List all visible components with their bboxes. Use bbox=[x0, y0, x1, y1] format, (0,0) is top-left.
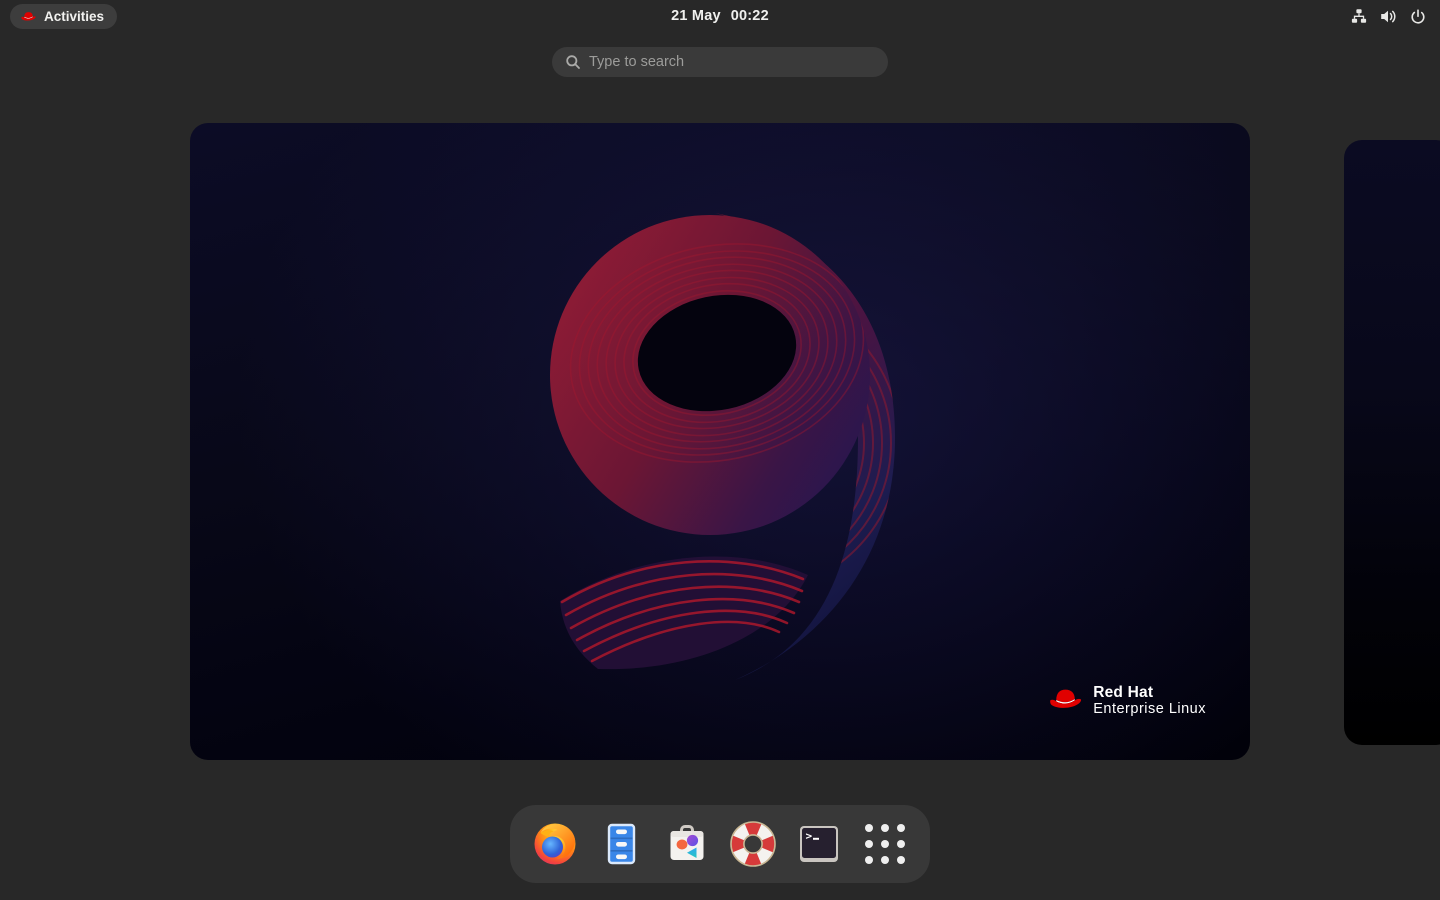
svg-text:>: > bbox=[806, 830, 813, 843]
clock-time: 00:22 bbox=[730, 8, 769, 24]
firefox-icon bbox=[534, 823, 576, 865]
search-bar bbox=[552, 47, 888, 77]
clock-button[interactable]: 21 May 00:22 bbox=[671, 0, 769, 32]
search-input[interactable] bbox=[589, 54, 875, 70]
files-cabinet-icon bbox=[607, 823, 636, 865]
gnome-activities-overview: { "topbar": { "activities": { "label": "… bbox=[0, 0, 1440, 900]
app-grid-icon bbox=[865, 824, 905, 864]
dock: > bbox=[510, 805, 930, 883]
network-wired-icon bbox=[1351, 9, 1367, 23]
dock-item-help[interactable] bbox=[729, 820, 777, 868]
terminal-icon: > bbox=[800, 826, 838, 862]
dock-item-terminal[interactable]: > bbox=[795, 820, 843, 868]
logo-product: Enterprise Linux bbox=[1093, 701, 1206, 718]
app-grid-button[interactable] bbox=[861, 820, 909, 868]
help-lifesaver-icon bbox=[730, 821, 776, 867]
redhat-fedora-icon bbox=[20, 10, 37, 22]
software-bag-icon bbox=[670, 825, 704, 860]
system-menu-button[interactable] bbox=[1347, 0, 1430, 32]
workspace-preview-active[interactable]: Red Hat Enterprise Linux bbox=[190, 123, 1250, 760]
rhel9-wallpaper-art bbox=[550, 213, 895, 680]
top-bar: Activities 21 May 00:22 bbox=[0, 0, 1440, 32]
logo-brand: Red Hat bbox=[1093, 683, 1154, 701]
dock-item-files[interactable] bbox=[597, 820, 645, 868]
activities-button[interactable]: Activities bbox=[10, 3, 118, 29]
dock-item-firefox[interactable] bbox=[531, 820, 579, 868]
rhel-logo: Red Hat Enterprise Linux bbox=[1047, 684, 1206, 718]
activities-label: Activities bbox=[44, 8, 105, 24]
clock-date: 21 May bbox=[671, 8, 721, 24]
redhat-fedora-icon bbox=[1047, 685, 1084, 711]
workspace-preview-next[interactable] bbox=[1344, 140, 1440, 745]
power-icon bbox=[1411, 8, 1425, 24]
volume-high-icon bbox=[1381, 10, 1396, 22]
search-icon bbox=[566, 55, 580, 69]
dock-item-software[interactable] bbox=[663, 820, 711, 868]
